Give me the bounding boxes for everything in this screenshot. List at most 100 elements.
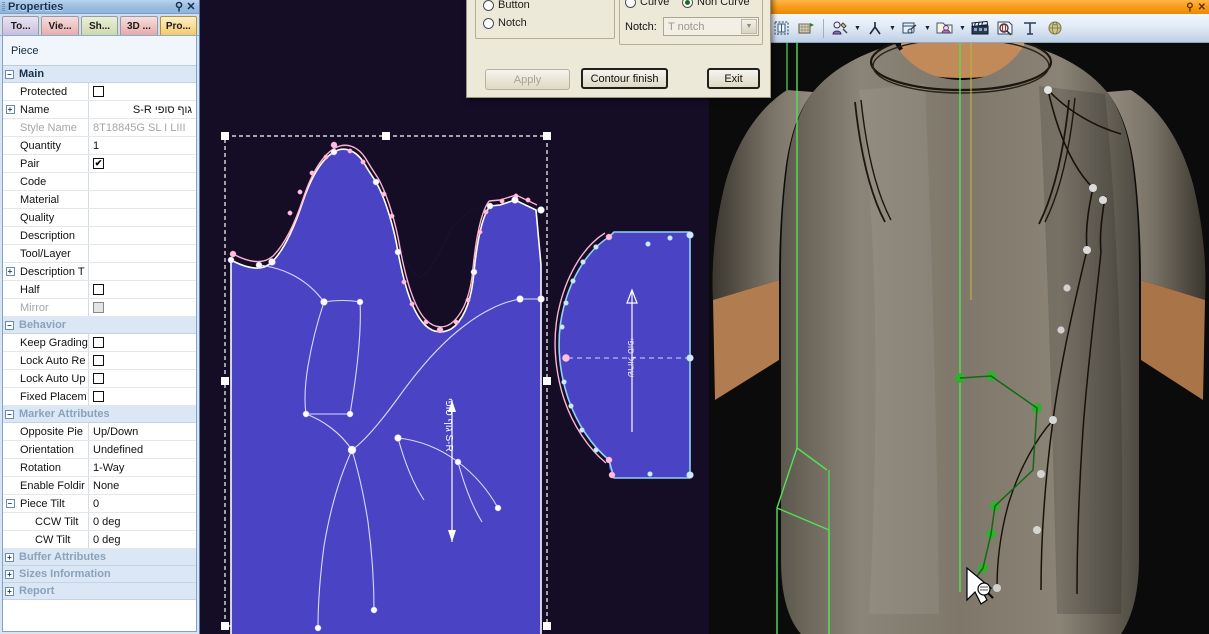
property-value-piece-tilt[interactable]: 0 <box>89 495 196 512</box>
property-value-description-t[interactable] <box>89 263 196 280</box>
property-row-piece-tilt[interactable]: – Piece Tilt 0 <box>3 495 196 513</box>
body-pattern-piece[interactable]: גוף סופי S-R <box>227 141 545 634</box>
property-value-lock-auto-up[interactable] <box>89 370 196 387</box>
property-value-ccw-tilt[interactable]: 0 deg <box>89 513 196 530</box>
folder-avatar-icon[interactable] <box>933 17 957 40</box>
checkbox-fixed-placem[interactable] <box>93 391 104 402</box>
tab-tools[interactable]: To... <box>2 16 40 35</box>
avatar-settings-icon[interactable] <box>828 17 852 40</box>
property-row-quantity[interactable]: Quantity 1 <box>3 137 196 155</box>
property-row-enable-foldir[interactable]: Enable Foldir None <box>3 477 196 495</box>
property-row-protected[interactable]: Protected <box>3 83 196 101</box>
property-row-description-t[interactable]: + Description T <box>3 263 196 281</box>
drag-grip-icon[interactable] <box>2 2 5 11</box>
property-row-style-name[interactable]: Style Name 8T18845G SL I LIII <box>3 119 196 137</box>
sleeve-pattern-piece[interactable]: שרוול סופי <box>554 231 694 479</box>
property-row-name[interactable]: + Name גוף סופי S-R <box>3 101 196 119</box>
property-row-pair[interactable]: Pair ✔ <box>3 155 196 173</box>
property-row-cw-tilt[interactable]: CW Tilt 0 deg <box>3 531 196 549</box>
tab-3d[interactable]: 3D ... <box>120 16 158 35</box>
property-row-ccw-tilt[interactable]: CCW Tilt 0 deg <box>3 513 196 531</box>
property-row-quality[interactable]: Quality <box>3 209 196 227</box>
property-row-lock-auto-up[interactable]: Lock Auto Up <box>3 370 196 388</box>
checkbox-protected[interactable] <box>93 86 104 97</box>
chevron-down-icon[interactable]: ▼ <box>853 17 862 40</box>
apply-button[interactable]: Apply <box>485 69 570 90</box>
property-value-cw-tilt[interactable]: 0 deg <box>89 531 196 548</box>
checkbox-mirror[interactable] <box>93 302 104 313</box>
property-value-material[interactable] <box>89 191 196 208</box>
properties-titlebar[interactable]: Properties ⚲ ✕ <box>0 0 199 14</box>
property-value-code[interactable] <box>89 173 196 190</box>
radio-non-curve-option[interactable]: Non Curve <box>682 0 750 10</box>
properties-tabstrip[interactable]: To... Vie... Sh... 3D ... Pro... <box>0 14 199 36</box>
property-row-code[interactable]: Code <box>3 173 196 191</box>
expand-icon[interactable]: + <box>5 267 15 276</box>
exit-button[interactable]: Exit <box>707 68 760 89</box>
property-value-pair[interactable]: ✔ <box>89 155 196 172</box>
property-value-fixed-placem[interactable] <box>89 388 196 405</box>
property-value-rotation[interactable]: 1-Way <box>89 459 196 476</box>
property-group-buffer-attributes[interactable]: + Buffer Attributes <box>3 549 196 566</box>
property-value-tool-layer[interactable] <box>89 245 196 262</box>
property-row-orientation[interactable]: Orientation Undefined <box>3 441 196 459</box>
chevron-down-icon[interactable]: ▼ <box>888 17 897 40</box>
text-tool-icon[interactable] <box>1018 17 1042 40</box>
property-row-rotation[interactable]: Rotation 1-Way <box>3 459 196 477</box>
chevron-down-icon[interactable]: ▼ <box>923 17 932 40</box>
notch-type-select[interactable]: T notch ▼ <box>663 17 759 36</box>
checkbox-lock-auto-re[interactable] <box>93 355 104 366</box>
property-row-description[interactable]: Description <box>3 227 196 245</box>
radio-button-option[interactable]: Button <box>483 0 530 13</box>
expand-icon[interactable]: + <box>5 586 14 596</box>
property-value-lock-auto-re[interactable] <box>89 352 196 369</box>
tab-shapes[interactable]: Sh... <box>80 16 119 35</box>
collapse-icon[interactable]: – <box>5 499 15 508</box>
property-row-material[interactable]: Material <box>3 191 196 209</box>
3d-viewport[interactable] <box>709 0 1209 634</box>
properties-panel[interactable]: Properties ⚲ ✕ To... Vie... Sh... 3D ...… <box>0 0 200 634</box>
close-icon[interactable]: ✕ <box>185 1 197 13</box>
property-value-half[interactable] <box>89 281 196 298</box>
notch-button-dialog[interactable]: Button Notch Curve Non Curve Notch: T no… <box>466 0 771 98</box>
avatar-pose-icon[interactable] <box>863 17 887 40</box>
property-row-keep-grading[interactable]: Keep Grading <box>3 334 196 352</box>
contour-finish-button[interactable]: Contour finish <box>581 68 668 89</box>
property-row-lock-auto-re[interactable]: Lock Auto Re <box>3 352 196 370</box>
property-group-sizes-information[interactable]: + Sizes Information <box>3 566 196 583</box>
select-piece-icon[interactable] <box>770 17 794 40</box>
property-row-fixed-placem[interactable]: Fixed Placem <box>3 388 196 406</box>
checkbox-half[interactable] <box>93 284 104 295</box>
property-value-name[interactable]: גוף סופי S-R <box>89 101 196 118</box>
property-row-opposite-pie[interactable]: Opposite Pie Up/Down <box>3 423 196 441</box>
expand-icon[interactable]: + <box>5 105 15 114</box>
property-value-keep-grading[interactable] <box>89 334 196 351</box>
property-row-tool-layer[interactable]: Tool/Layer <box>3 245 196 263</box>
checkbox-lock-auto-up[interactable] <box>93 373 104 384</box>
expand-icon[interactable]: + <box>5 552 14 562</box>
property-value-mirror[interactable] <box>89 299 196 316</box>
tab-view[interactable]: Vie... <box>41 16 79 35</box>
property-value-style-name[interactable]: 8T18845G SL I LIII <box>89 119 196 136</box>
collapse-icon[interactable]: – <box>5 320 14 330</box>
render-preview-icon[interactable] <box>993 17 1017 40</box>
collapse-icon[interactable]: – <box>5 69 14 79</box>
close-icon[interactable]: ✕ <box>1198 2 1206 13</box>
checkbox-keep-grading[interactable] <box>93 337 104 348</box>
fabric-texture-icon[interactable] <box>795 17 819 40</box>
pin-icon[interactable]: ⚲ <box>1186 2 1193 13</box>
property-value-quality[interactable] <box>89 209 196 226</box>
checkbox-pair[interactable]: ✔ <box>93 158 104 169</box>
radio-notch-option[interactable]: Notch <box>483 15 527 31</box>
property-value-enable-foldir[interactable]: None <box>89 477 196 494</box>
sew-seam-icon[interactable] <box>898 17 922 40</box>
collapse-icon[interactable]: – <box>5 409 14 419</box>
chevron-down-icon[interactable]: ▼ <box>741 19 757 34</box>
expand-icon[interactable]: + <box>5 569 14 579</box>
property-value-opposite-pie[interactable]: Up/Down <box>89 423 196 440</box>
property-value-description[interactable] <box>89 227 196 244</box>
property-group-report[interactable]: + Report <box>3 583 196 600</box>
chevron-down-icon[interactable]: ▼ <box>958 17 967 40</box>
tab-properties[interactable]: Pro... <box>159 16 198 35</box>
animation-clapper-icon[interactable] <box>968 17 992 40</box>
